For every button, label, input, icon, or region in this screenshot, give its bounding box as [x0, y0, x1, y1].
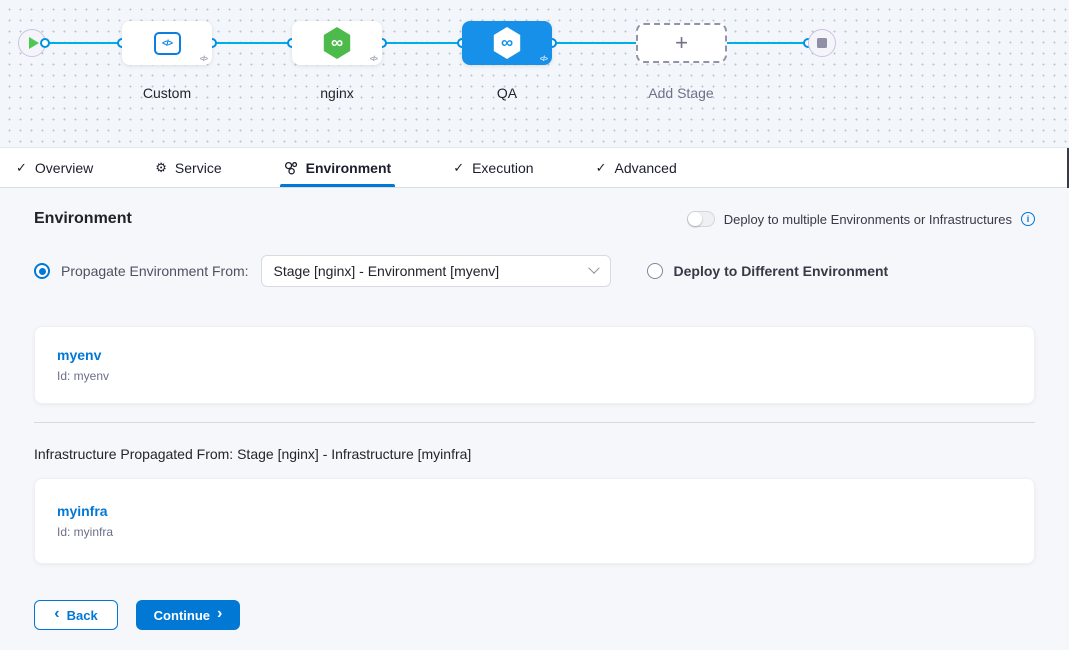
pipeline-end-node[interactable] [808, 29, 836, 57]
tab-environment[interactable]: Environment [282, 148, 394, 187]
add-stage-button[interactable]: + [636, 23, 727, 63]
code-toggle-icon: </> [370, 56, 377, 63]
back-button[interactable]: ‹ Back [34, 600, 118, 630]
multi-env-toggle[interactable] [687, 211, 715, 227]
stage-node-nginx[interactable]: ∞ </> [292, 21, 382, 65]
pipeline-canvas: </> </> Custom ∞ </> nginx ∞ </> QA + Ad… [0, 0, 1069, 147]
stage-node-custom[interactable]: </> </> [122, 21, 212, 65]
custom-stage-icon: </> [154, 32, 181, 55]
tab-label: Service [175, 160, 222, 176]
toggle-knob [688, 212, 702, 226]
deploy-stage-icon: ∞ [492, 27, 522, 59]
gear-icon: ⚙ [155, 161, 167, 174]
section-divider [34, 422, 1035, 423]
stage-tab-bar: ✓ Overview ⚙ Service Environment ✓ Execu… [0, 147, 1069, 188]
check-icon: ✓ [16, 161, 27, 174]
chevron-down-icon [588, 263, 599, 274]
tab-label: Environment [306, 160, 392, 176]
page: { "icons": { "check": "✓", "gear": "⚙", … [0, 0, 1069, 650]
stage-label-qa: QA [447, 85, 567, 101]
code-toggle-icon: </> [200, 56, 207, 63]
environment-tab-panel: Environment Deploy to multiple Environme… [0, 188, 1069, 630]
environment-card[interactable]: myenv Id: myenv [34, 326, 1035, 404]
environment-name-link[interactable]: myenv [57, 347, 1012, 363]
tab-label: Overview [35, 160, 93, 176]
tab-label: Execution [472, 160, 533, 176]
propagate-environment-radio-label: Propagate Environment From: [61, 263, 249, 279]
stop-icon [817, 38, 827, 48]
port-start-out[interactable] [40, 38, 50, 48]
propagate-stage-select-value: Stage [nginx] - Environment [myenv] [274, 263, 500, 279]
propagate-stage-select[interactable]: Stage [nginx] - Environment [myenv] [261, 255, 611, 287]
tab-service[interactable]: ⚙ Service [153, 148, 223, 187]
infrastructure-id-text: Id: myinfra [57, 525, 1012, 539]
tab-execution[interactable]: ✓ Execution [451, 148, 535, 187]
environment-id-text: Id: myenv [57, 369, 1012, 383]
play-icon [29, 37, 39, 49]
check-icon: ✓ [596, 161, 607, 174]
infrastructure-name-link[interactable]: myinfra [57, 503, 1012, 519]
multi-env-toggle-label: Deploy to multiple Environments or Infra… [724, 212, 1012, 227]
plus-icon: + [675, 30, 688, 56]
environment-icon [284, 161, 298, 175]
check-icon: ✓ [453, 161, 464, 174]
continue-button[interactable]: Continue › [136, 600, 240, 630]
tab-overview[interactable]: ✓ Overview [14, 148, 95, 187]
section-title: Environment [34, 210, 132, 228]
add-stage-label: Add Stage [621, 85, 741, 101]
code-toggle-icon: </> [540, 56, 547, 63]
infrastructure-propagated-heading: Infrastructure Propagated From: Stage [n… [34, 446, 1035, 462]
tab-advanced[interactable]: ✓ Advanced [594, 148, 679, 187]
different-environment-radio-label: Deploy to Different Environment [674, 263, 889, 279]
stage-label-nginx: nginx [277, 85, 397, 101]
tab-label: Advanced [614, 160, 676, 176]
chevron-right-icon: › [217, 606, 222, 622]
info-icon[interactable]: i [1021, 212, 1035, 226]
different-environment-radio[interactable] [647, 263, 663, 279]
deploy-stage-icon: ∞ [322, 27, 352, 59]
infrastructure-card[interactable]: myinfra Id: myinfra [34, 478, 1035, 564]
stage-label-custom: Custom [107, 85, 227, 101]
propagate-environment-radio[interactable] [34, 263, 50, 279]
chevron-left-icon: ‹ [54, 606, 59, 622]
stage-node-qa[interactable]: ∞ </> [462, 21, 552, 65]
